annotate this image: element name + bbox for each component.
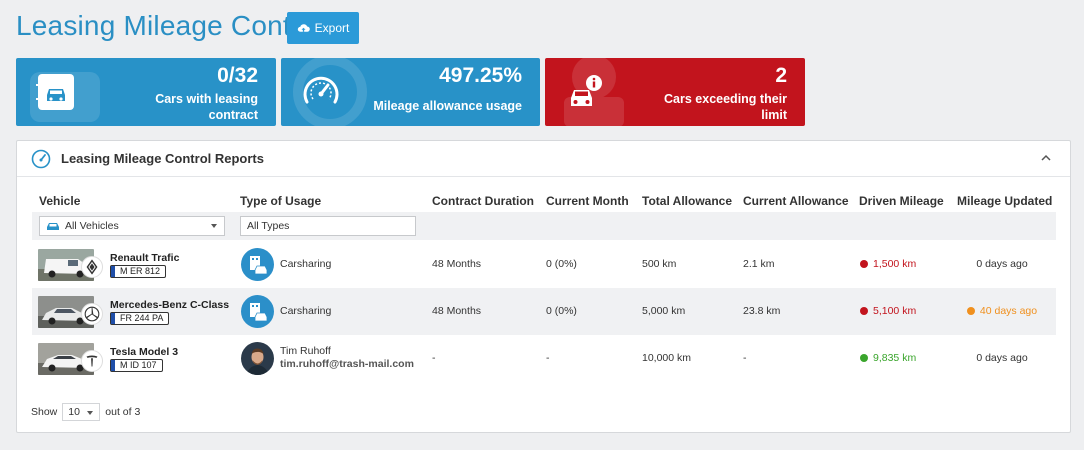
stat-card-mileage-usage: 497.25% Mileage allowance usage [281,58,540,126]
user-avatar [241,342,274,375]
current-allowance: 23.8 km [743,305,781,317]
vehicle-name[interactable]: Renault Trafic [110,252,179,264]
total-allowance: 5,000 km [642,305,686,317]
stat-label: Mileage allowance usage [373,99,522,113]
status-dot-icon [966,307,975,315]
column-header-contract-duration[interactable]: Contract Duration [432,194,534,208]
page-size-select[interactable]: 10 [62,403,101,421]
driven-mileage: 5,100 km [860,305,916,317]
mercedes-logo-icon [81,303,103,325]
carsharing-icon [241,295,274,328]
chevron-down-icon [87,411,94,415]
car-alert-icon [571,75,602,106]
status-dot-icon [860,354,868,362]
vehicle-filter-select[interactable]: All Vehicles [39,216,225,236]
user-email: tim.ruhoff@trash-mail.com [280,358,414,370]
column-header-total-allowance[interactable]: Total Allowance [642,194,732,208]
total-allowance: 500 km [642,258,677,270]
chevron-down-icon [211,224,217,228]
tesla-logo-icon [81,350,103,372]
column-header-mileage-updated[interactable]: Mileage Updated [957,194,1052,208]
panel-header[interactable]: Leasing Mileage Control Reports [17,141,1070,177]
column-header-driven-mileage[interactable]: Driven Mileage [859,194,944,208]
user-name: Tim Ruhoff [280,345,331,357]
usage-type: Carsharing [280,305,332,317]
driven-mileage: 9,835 km [860,352,916,364]
speedometer-icon [31,149,51,168]
cloud-upload-icon [297,23,310,32]
table-row[interactable]: Tesla Model 3 M ID 107 Tim Ruhoff tim.ru… [32,335,1056,382]
contract-duration: 48 Months [432,305,482,317]
license-plate: M ID 107 [110,359,163,372]
table-row[interactable]: Renault Trafic M ER 812 Carsharing 48 Mo… [32,241,1056,288]
mileage-updated: 0 days ago [976,258,1028,270]
renault-logo-icon [81,256,103,278]
current-allowance: - [743,352,747,364]
column-header-current-allowance[interactable]: Current Allowance [743,194,849,208]
column-header-type-of-usage[interactable]: Type of Usage [240,194,321,208]
total-count-label: out of 3 [105,406,141,418]
stat-value: 0/32 [217,64,258,87]
vehicle-filter-value: All Vehicles [65,220,119,232]
license-plate: M ER 812 [110,265,167,278]
column-header-vehicle[interactable]: Vehicle [39,194,80,208]
usage-type: Carsharing [280,258,332,270]
status-dot-icon [860,260,868,268]
show-label: Show [31,406,58,418]
panel-title: Leasing Mileage Control Reports [61,151,264,166]
current-month: - [546,352,550,364]
current-month: 0 (0%) [546,305,577,317]
contract-duration: 48 Months [432,258,482,270]
stat-value: 497.25% [439,64,522,87]
mileage-updated: 0 days ago [976,352,1028,364]
reports-panel: Leasing Mileage Control Reports Vehicle … [16,140,1071,433]
speedometer-icon [303,76,339,104]
stat-card-exceeding-limit: 2 Cars exceeding their limit [545,58,805,126]
export-button[interactable]: Export [287,12,359,44]
export-button-label: Export [314,21,350,35]
stat-label: Cars exceeding their limit [664,92,787,122]
driven-mileage: 1,500 km [860,258,916,270]
car-icon [47,223,59,230]
carsharing-icon [241,248,274,281]
column-header-current-month[interactable]: Current Month [546,194,629,208]
status-dot-icon [860,307,868,315]
stat-card-leasing-contracts: 0/32 Cars with leasing contract [16,58,276,126]
chevron-up-icon[interactable] [1040,153,1052,163]
vehicle-name[interactable]: Mercedes-Benz C-Class [110,299,229,311]
contract-duration: - [432,352,436,364]
mileage-updated: 40 days ago [962,305,1042,317]
license-plate: FR 244 PA [110,312,170,325]
table-footer: Show 10 out of 3 [31,403,140,421]
vehicle-name[interactable]: Tesla Model 3 [110,346,178,358]
car-contract-icon [36,74,74,110]
type-filter-input[interactable] [240,216,416,236]
stat-value: 2 [775,64,787,87]
current-month: 0 (0%) [546,258,577,270]
stat-label: Cars with leasing contract [155,92,258,122]
table-row[interactable]: Mercedes-Benz C-Class FR 244 PA Carshari… [32,288,1056,335]
current-allowance: 2.1 km [743,258,775,270]
total-allowance: 10,000 km [642,352,692,364]
page-title: Leasing Mileage Control [16,10,323,41]
